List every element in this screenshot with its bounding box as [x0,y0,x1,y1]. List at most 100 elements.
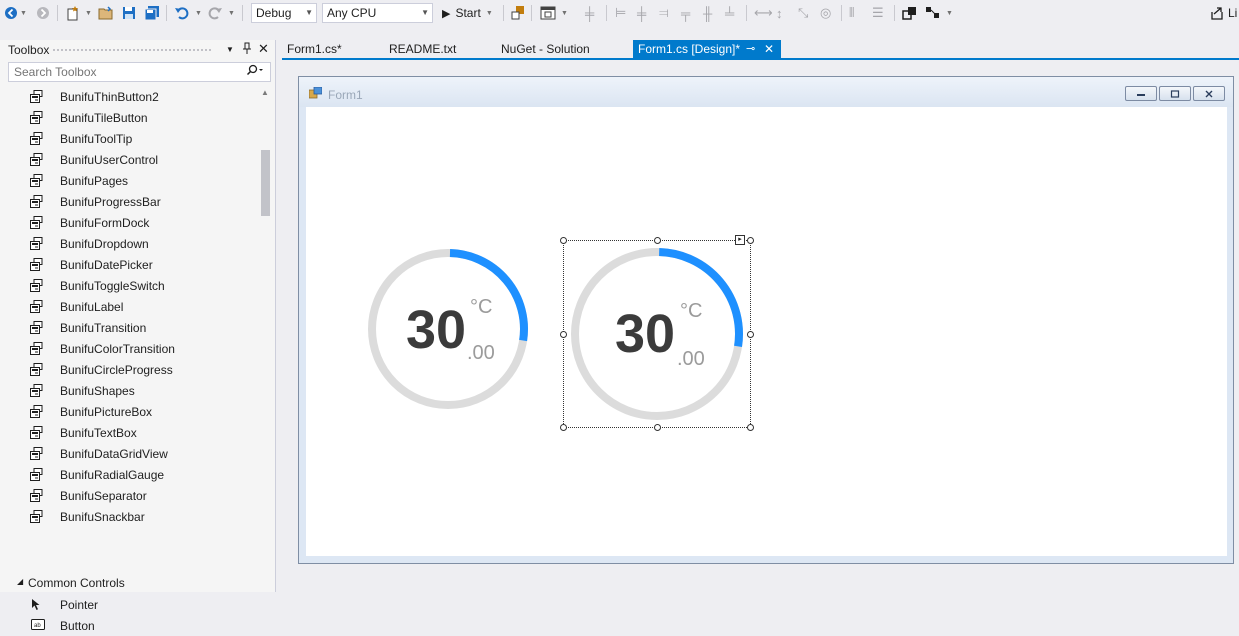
collapse-arrow-icon[interactable]: ◢ [17,577,23,586]
component-icon [30,447,44,460]
resize-handle-sw[interactable] [560,424,567,431]
resize-handle-ne[interactable] [747,237,754,244]
toolbox-item-label: BunifuDataGridView [60,446,168,461]
resize-handle-e[interactable] [747,331,754,338]
toolbox-item-label: BunifuLabel [60,299,124,314]
align-centers-icon[interactable]: ╪ [637,4,646,22]
tab-form1-cs[interactable]: Form1.cs* [282,40,378,58]
toolbox-item[interactable]: BunifuTransition [0,317,262,338]
save-all-icon[interactable] [144,4,160,22]
config-dropdown[interactable]: Debug ▼ [251,3,317,23]
toolbox-item[interactable]: BunifuPictureBox [0,401,262,422]
live-share-label[interactable]: Li [1228,4,1237,22]
live-share-icon[interactable] [1210,4,1224,22]
toolbox-item[interactable]: ab Button [0,615,262,636]
resize-handle-n[interactable] [654,237,661,244]
toolbox-item[interactable]: BunifuThinButton2 [0,86,262,107]
toolbox-grip[interactable] [52,48,212,53]
tab-order-icon[interactable] [925,4,941,22]
toolbox-item[interactable]: BunifuToggleSwitch [0,275,262,296]
smart-tag-icon[interactable]: ▸ [735,235,745,245]
save-icon[interactable] [122,4,136,22]
form-maximize-button[interactable] [1159,86,1191,101]
toolbox-item[interactable]: BunifuRadialGauge [0,464,262,485]
toolbox-search-input[interactable] [8,62,271,82]
tab-form1-design[interactable]: Form1.cs [Design]* ⊸ ✕ [633,40,781,58]
back-dropdown-icon[interactable]: ▼ [20,4,27,22]
layout-dropdown-icon[interactable]: ▼ [561,4,568,22]
scroll-up-icon[interactable]: ▲ [261,88,269,97]
window-position-icon[interactable]: ▼ [226,45,234,54]
search-icon[interactable] [246,64,264,79]
toolbox-item[interactable]: BunifuPages [0,170,262,191]
align-rights-icon[interactable]: ⫤ [659,4,669,22]
pin-icon[interactable] [242,42,252,57]
new-dropdown-icon[interactable]: ▼ [85,4,92,22]
pin-tab-icon[interactable]: ⊸ [746,40,755,58]
form-minimize-button[interactable] [1125,86,1157,101]
toolbox-item[interactable]: BunifuDatePicker [0,254,262,275]
toolbox-scrollbar[interactable]: ▲ [259,88,271,592]
platform-dropdown[interactable]: Any CPU ▼ [322,3,433,23]
new-project-icon[interactable] [65,4,81,22]
toolbox-item[interactable]: BunifuDropdown [0,233,262,254]
form-close-button[interactable] [1193,86,1225,101]
align-bottoms-icon[interactable]: ╧ [725,4,734,22]
close-icon[interactable]: ✕ [258,41,269,57]
circle-progress-1[interactable]: 30 °C .00 [366,247,530,411]
align-middles-icon[interactable]: ╫ [703,4,712,22]
bring-to-front-icon[interactable] [902,4,918,22]
toolbox-item[interactable]: BunifuTileButton [0,107,262,128]
vertical-spacing-icon[interactable]: ☰ [872,4,884,22]
form-client-area[interactable]: 30 °C .00 30 °C .00 ▸ [306,107,1227,556]
toolbox-item[interactable]: BunifuColorTransition [0,338,262,359]
form-window[interactable]: Form1 30 °C .00 30 °C .00 ▸ [298,76,1234,564]
open-folder-icon[interactable] [98,4,114,22]
component-icon [30,510,44,523]
toolbox-group-header[interactable]: ◢ Common Controls [0,573,262,594]
forward-icon[interactable] [36,4,50,22]
toolbox-item[interactable]: BunifuLabel [0,296,262,317]
resize-handle-se[interactable] [747,424,754,431]
toolbox-item-label: BunifuTextBox [60,425,137,440]
toolbar-separator [503,5,504,21]
toolbox-item[interactable]: BunifuToolTip [0,128,262,149]
tab-readme[interactable]: README.txt [384,40,490,58]
redo-icon[interactable] [207,4,223,22]
make-same-width-icon[interactable]: ⟷ [754,4,773,22]
toolbox-item[interactable]: BunifuDataGridView [0,443,262,464]
toolbox-item[interactable]: BunifuTextBox [0,422,262,443]
align-tops-icon[interactable]: ╤ [681,4,690,22]
make-same-height-icon[interactable]: ↕ [776,4,783,22]
resize-handle-nw[interactable] [560,237,567,244]
horizontal-spacing-icon[interactable]: ⫴ [849,4,854,22]
tab-nuget-solution[interactable]: NuGet - Solution [496,40,628,58]
attach-icon[interactable] [510,4,526,22]
undo-icon[interactable] [174,4,190,22]
close-tab-icon[interactable]: ✕ [764,40,774,58]
scroll-thumb[interactable] [261,150,270,216]
form-titlebar[interactable]: Form1 [299,77,1233,107]
toolbox-item[interactable]: BunifuCircleProgress [0,359,262,380]
undo-dropdown-icon[interactable]: ▼ [195,4,202,22]
toolbox-item[interactable]: Pointer [0,594,262,615]
resize-handle-w[interactable] [560,331,567,338]
form-layout-icon[interactable] [540,4,556,22]
toolbox-item[interactable]: BunifuSeparator [0,485,262,506]
toolbox-item[interactable]: BunifuUserControl [0,149,262,170]
toolbox-item-label: BunifuSeparator [60,488,147,503]
make-same-size-icon[interactable]: ⤡ [798,4,808,22]
toolbar-overflow-icon[interactable]: ▼ [946,4,953,22]
toolbox-item[interactable]: BunifuProgressBar [0,191,262,212]
toolbox-item[interactable]: BunifuSnackbar [0,506,262,527]
align-lefts-icon[interactable]: ⊨ [615,4,626,22]
resize-handle-s[interactable] [654,424,661,431]
redo-dropdown-icon[interactable]: ▼ [228,4,235,22]
start-button[interactable]: ▶ Start ▼ [442,4,493,22]
align-grid-icon[interactable]: ╪ [585,4,594,22]
back-icon[interactable] [4,4,18,22]
toolbox-item[interactable]: BunifuFormDock [0,212,262,233]
toolbox-item[interactable]: BunifuShapes [0,380,262,401]
component-icon [30,90,44,103]
size-to-grid-icon[interactable]: ◎ [820,4,831,22]
